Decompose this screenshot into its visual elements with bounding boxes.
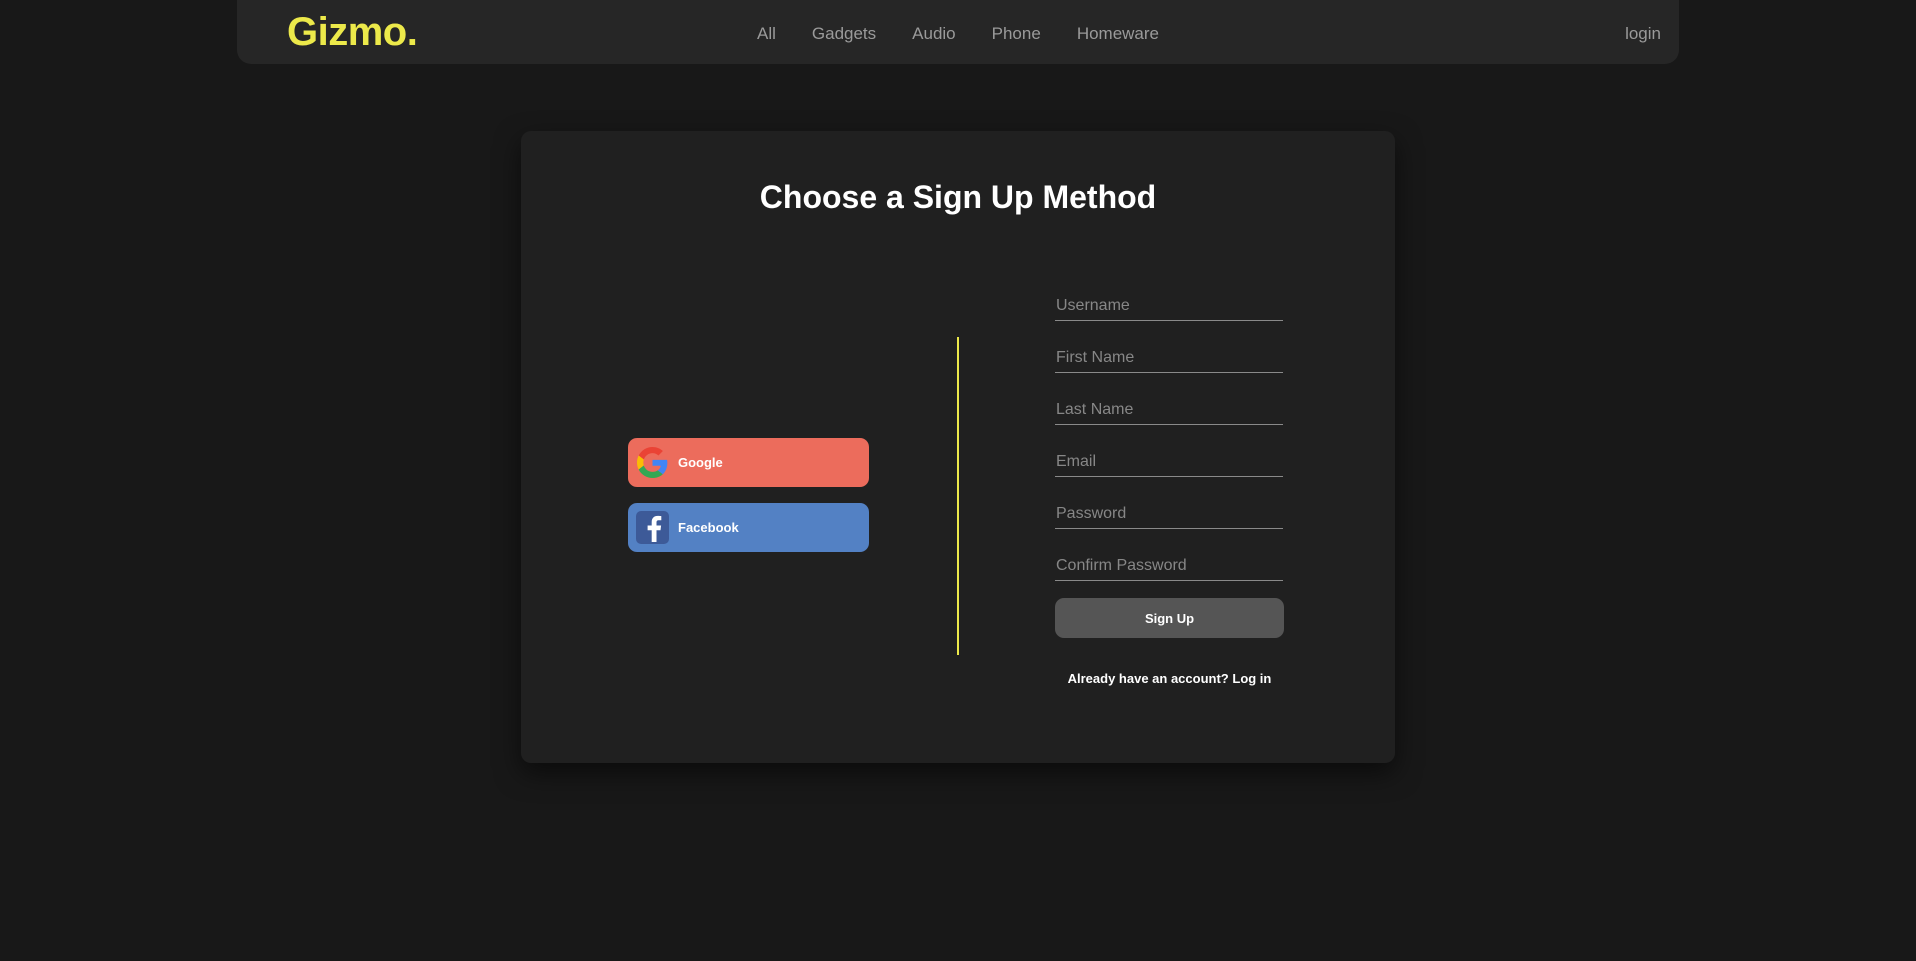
google-button-label: Google bbox=[678, 455, 723, 470]
login-link[interactable]: Log in bbox=[1232, 671, 1271, 686]
signup-button[interactable]: Sign Up bbox=[1055, 598, 1284, 638]
page-title: Choose a Sign Up Method bbox=[759, 179, 1157, 215]
page: Gizmo. All Gadgets Audio Phone Homeware … bbox=[0, 0, 1916, 961]
confirm-password-input[interactable] bbox=[1055, 551, 1283, 581]
nav-link-phone[interactable]: Phone bbox=[992, 24, 1041, 44]
google-icon bbox=[636, 446, 669, 479]
nav-login-link[interactable]: login bbox=[1625, 24, 1661, 44]
navbar: Gizmo. All Gadgets Audio Phone Homeware … bbox=[237, 0, 1679, 64]
nav-link-all[interactable]: All bbox=[757, 24, 776, 44]
nav-link-homeware[interactable]: Homeware bbox=[1077, 24, 1159, 44]
facebook-signup-button[interactable]: Facebook bbox=[628, 503, 869, 552]
facebook-icon bbox=[636, 511, 669, 544]
nav-links: All Gadgets Audio Phone Homeware bbox=[237, 0, 1679, 68]
login-prompt-text: Already have an account? bbox=[1067, 671, 1229, 686]
password-input[interactable] bbox=[1055, 499, 1283, 529]
username-input[interactable] bbox=[1055, 291, 1283, 321]
google-signup-button[interactable]: Google bbox=[628, 438, 869, 487]
signup-card: Choose a Sign Up Method Google Facebook bbox=[521, 131, 1395, 763]
nav-link-gadgets[interactable]: Gadgets bbox=[812, 24, 876, 44]
facebook-button-label: Facebook bbox=[678, 520, 739, 535]
nav-link-audio[interactable]: Audio bbox=[912, 24, 955, 44]
divider bbox=[957, 337, 959, 655]
last-name-input[interactable] bbox=[1055, 395, 1283, 425]
email-input[interactable] bbox=[1055, 447, 1283, 477]
login-prompt: Already have an account? Log in bbox=[1055, 671, 1284, 686]
first-name-input[interactable] bbox=[1055, 343, 1283, 373]
